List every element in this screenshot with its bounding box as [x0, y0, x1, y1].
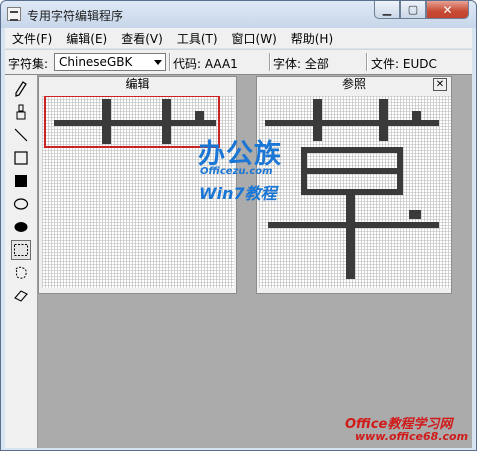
toolbox: [5, 75, 38, 448]
pencil-icon: [15, 81, 27, 97]
glyph-stroke: [346, 195, 355, 279]
filled-ellipse-icon: [14, 222, 28, 232]
glyph-stroke: [313, 99, 322, 141]
glyph-stroke: [54, 120, 216, 126]
rectangle-select-icon: [14, 244, 28, 256]
window-title: 专用字符编辑程序: [27, 9, 124, 23]
menu-help[interactable]: 帮助(H): [284, 30, 340, 47]
glyph-stroke: [301, 147, 403, 153]
watermark-url: Officezu.com: [200, 166, 273, 177]
filled-rectangle-icon: [15, 175, 27, 187]
info-bar: 字符集: ChineseGBK 代码: AAA1 字体: 全部 文件: EUDC: [5, 49, 472, 74]
brush-icon: [16, 104, 26, 120]
charset-select[interactable]: ChineseGBK: [54, 53, 166, 71]
glyph-stroke: [301, 189, 403, 195]
file-label: 文件: EUDC: [371, 57, 437, 71]
app-window: 专用字符编辑程序 ▁ ▢ ✕ 文件(F) 编辑(E) 查看(V) 工具(T) 窗…: [0, 0, 477, 451]
line-tool[interactable]: [11, 125, 31, 145]
watermark-subtitle: Win7教程: [199, 184, 277, 203]
close-button[interactable]: ✕: [426, 1, 469, 19]
menu-tools[interactable]: 工具(T): [170, 30, 225, 47]
rectangle-select-tool[interactable]: [11, 240, 31, 260]
eraser-tool[interactable]: [11, 285, 31, 305]
freeform-select-icon: [15, 266, 27, 279]
footer-watermark-url: www.office68.com: [355, 430, 469, 443]
freeform-select-tool[interactable]: [11, 263, 31, 283]
app-icon: [7, 7, 21, 21]
menu-window[interactable]: 窗口(W): [225, 30, 284, 47]
minimize-button[interactable]: ▁: [374, 1, 400, 19]
edit-panel-title: 编辑: [39, 77, 236, 93]
menu-view[interactable]: 查看(V): [114, 30, 170, 47]
maximize-button[interactable]: ▢: [400, 1, 426, 19]
glyph-stroke: [379, 99, 388, 141]
hollow-rectangle-icon: [14, 151, 28, 165]
reference-panel: 参照 ✕: [256, 76, 452, 294]
filled-ellipse-tool[interactable]: [11, 217, 31, 237]
hollow-ellipse-icon: [13, 198, 29, 210]
title-bar[interactable]: 专用字符编辑程序 ▁ ▢ ✕: [1, 1, 476, 28]
charset-label: 字符集:: [8, 57, 49, 71]
glyph-stroke: [102, 99, 111, 144]
glyph-stroke: [409, 210, 421, 219]
glyph-stroke: [412, 111, 421, 120]
separator: [269, 53, 271, 71]
code-label: 代码: AAA1: [173, 57, 238, 71]
hollow-ellipse-tool[interactable]: [11, 194, 31, 214]
glyph-stroke: [195, 111, 204, 120]
menu-edit[interactable]: 编辑(E): [59, 30, 114, 47]
filled-rectangle-tool[interactable]: [11, 171, 31, 191]
separator: [169, 53, 171, 71]
reference-grid[interactable]: [259, 96, 451, 288]
glyph-stroke: [301, 168, 403, 174]
hollow-rectangle-tool[interactable]: [11, 148, 31, 168]
brush-tool[interactable]: [11, 102, 31, 122]
client-area: 编辑 参照 ✕: [5, 74, 472, 448]
eraser-icon: [14, 290, 28, 302]
glyph-stroke: [162, 99, 171, 144]
separator: [366, 53, 368, 71]
font-label: 字体: 全部: [273, 57, 329, 71]
reference-close-button[interactable]: ✕: [433, 78, 447, 91]
menu-bar: 文件(F) 编辑(E) 查看(V) 工具(T) 窗口(W) 帮助(H): [5, 28, 472, 48]
chevron-down-icon: [154, 60, 162, 65]
reference-panel-title: 参照: [257, 77, 451, 93]
glyph-stroke: [265, 120, 439, 126]
window-controls: ▁ ▢ ✕: [374, 1, 469, 20]
pencil-tool[interactable]: [11, 79, 31, 99]
menu-file[interactable]: 文件(F): [5, 30, 59, 47]
line-icon: [14, 128, 28, 142]
charset-value: ChineseGBK: [59, 55, 133, 69]
